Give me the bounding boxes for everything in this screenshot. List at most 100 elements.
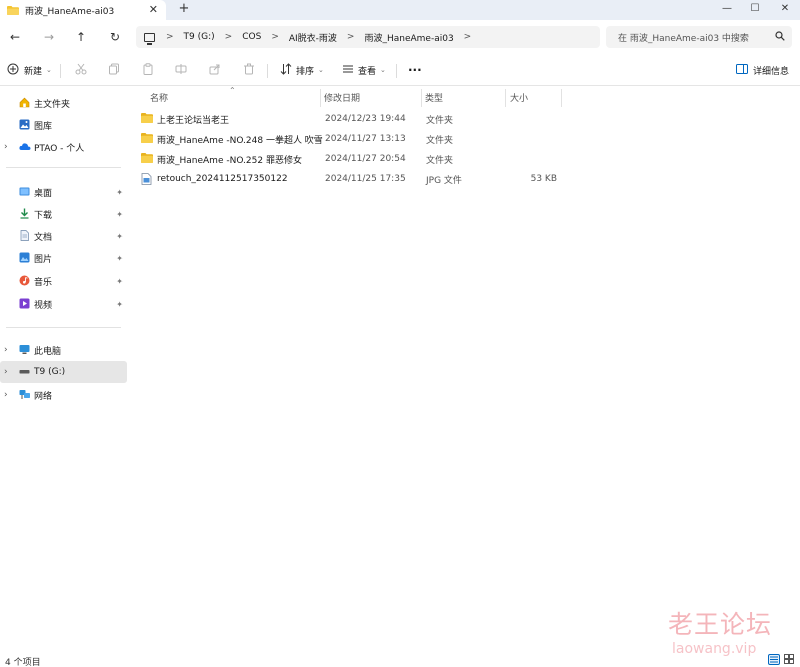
details-pane-button[interactable]: 详细信息: [736, 63, 789, 77]
paste-button[interactable]: [142, 62, 154, 77]
column-label: 类型: [425, 93, 444, 104]
tab-title: 雨波_HaneAme-ai03: [25, 6, 115, 17]
sidebar-item-gallery[interactable]: 图库: [0, 114, 127, 136]
sidebar-item-label: 图库: [34, 121, 53, 132]
breadcrumb-item[interactable]: 雨波_HaneAme-ai03: [364, 31, 453, 44]
pin-icon[interactable]: ✦: [116, 210, 123, 219]
trash-icon: [243, 63, 255, 78]
breadcrumb-separator[interactable]: >: [225, 32, 233, 42]
column-header-name[interactable]: 名称: [150, 87, 168, 107]
column-divider[interactable]: [421, 89, 422, 107]
computer-icon: [19, 344, 30, 355]
copy-button[interactable]: [108, 63, 120, 77]
breadcrumb-separator[interactable]: >: [464, 32, 472, 42]
sidebar-item-videos[interactable]: 视频 ✦: [0, 293, 127, 315]
new-label: 新建: [24, 66, 43, 77]
sidebar-divider: [6, 167, 121, 168]
table-row[interactable]: retouch_2024112517350122 2024/11/25 17:3…: [131, 169, 800, 189]
chevron-right-icon[interactable]: ›: [4, 390, 8, 400]
column-divider[interactable]: [561, 89, 562, 107]
details-view-icon[interactable]: [768, 654, 780, 665]
column-header-modified[interactable]: 修改日期: [324, 87, 360, 107]
sidebar-item-onedrive[interactable]: › PTAO - 个人: [0, 136, 127, 158]
table-row[interactable]: 上老王论坛当老王 2024/12/23 19:44 文件夹: [131, 109, 800, 129]
sidebar-item-drive-t9[interactable]: › T9 (G:): [0, 361, 127, 383]
file-size: [511, 149, 557, 169]
desktop-icon: [19, 186, 30, 197]
sidebar-item-label: 网络: [34, 391, 53, 402]
column-divider[interactable]: [505, 89, 506, 107]
breadcrumb-separator[interactable]: >: [271, 32, 279, 42]
new-tab-button[interactable]: +: [176, 1, 192, 16]
sidebar-item-label: 此电脑: [34, 346, 62, 357]
copy-icon: [108, 63, 120, 78]
active-tab[interactable]: 雨波_HaneAme-ai03 ✕: [0, 0, 166, 20]
sidebar-item-desktop[interactable]: 桌面 ✦: [0, 181, 127, 203]
sidebar-item-label: 视频: [34, 300, 53, 311]
sidebar-item-downloads[interactable]: 下载 ✦: [0, 203, 127, 225]
column-header-size[interactable]: 大小: [510, 87, 528, 107]
sidebar-item-home[interactable]: 主文件夹: [0, 92, 127, 114]
more-options-button[interactable]: ···: [408, 63, 422, 77]
sidebar-item-music[interactable]: 音乐 ✦: [0, 270, 127, 292]
column-divider[interactable]: [320, 89, 321, 107]
up-button[interactable]: ↑: [72, 28, 90, 46]
chevron-right-icon[interactable]: ›: [4, 367, 8, 377]
pin-icon[interactable]: ✦: [116, 277, 123, 286]
chevron-down-icon: ⌄: [380, 66, 386, 74]
cut-button[interactable]: [75, 63, 87, 77]
new-button[interactable]: 新建 ⌄: [7, 63, 52, 77]
drive-icon: [19, 366, 30, 377]
sidebar-item-label: 文档: [34, 232, 53, 243]
rename-button[interactable]: [175, 63, 187, 77]
close-tab-icon[interactable]: ✕: [149, 3, 158, 16]
sort-button[interactable]: 排序 ⌄: [280, 62, 324, 77]
pictures-icon: [19, 252, 30, 263]
forward-button[interactable]: →: [40, 28, 58, 46]
download-icon: [19, 208, 30, 219]
share-button[interactable]: [209, 63, 221, 77]
sidebar-item-pictures[interactable]: 图片 ✦: [0, 247, 127, 269]
refresh-button[interactable]: ↻: [106, 28, 124, 46]
maximize-button[interactable]: ☐: [740, 0, 770, 20]
file-type: JPG 文件: [426, 175, 462, 186]
breadcrumb-separator[interactable]: >: [347, 32, 355, 42]
breadcrumb-separator[interactable]: >: [166, 32, 174, 42]
pin-icon[interactable]: ✦: [116, 254, 123, 263]
tiles-view-icon[interactable]: [784, 654, 796, 665]
monitor-icon[interactable]: [144, 32, 155, 45]
share-icon: [209, 63, 221, 78]
details-label: 详细信息: [753, 66, 790, 77]
search-icon[interactable]: [775, 31, 785, 41]
sidebar-item-this-pc[interactable]: › 此电脑: [0, 339, 127, 361]
pin-icon[interactable]: ✦: [116, 188, 123, 197]
breadcrumb-item[interactable]: COS: [242, 32, 261, 42]
chevron-right-icon[interactable]: ›: [4, 345, 8, 355]
file-explorer-window: 雨波_HaneAme-ai03 ✕ + — ☐ ✕ ← → ↑ ↻ > T9 (…: [0, 0, 800, 667]
address-bar[interactable]: > T9 (G:) > COS > AI脱衣-雨波 > 雨波_HaneAme-a…: [136, 26, 600, 48]
column-header-type[interactable]: 类型: [425, 87, 443, 107]
column-label: 大小: [510, 93, 529, 104]
documents-icon: [19, 230, 30, 241]
breadcrumb-item[interactable]: AI脱衣-雨波: [289, 31, 337, 44]
sidebar-item-network[interactable]: › 网络: [0, 384, 127, 406]
pin-icon[interactable]: ✦: [116, 300, 123, 309]
sidebar-item-documents[interactable]: 文档 ✦: [0, 225, 127, 247]
file-name: retouch_2024112517350122: [157, 174, 288, 184]
gallery-icon: [19, 119, 30, 130]
table-row[interactable]: 雨波_HaneAme -NO.248 一拳超人 吹雪 2024/11/27 13…: [131, 129, 800, 149]
pin-icon[interactable]: ✦: [116, 232, 123, 241]
home-icon: [19, 97, 30, 108]
file-modified: 2024/11/27 20:54: [325, 154, 406, 164]
breadcrumb-item[interactable]: T9 (G:): [184, 32, 215, 42]
view-button[interactable]: 查看 ⌄: [342, 63, 386, 77]
delete-button[interactable]: [243, 63, 255, 77]
chevron-right-icon[interactable]: ›: [4, 142, 8, 152]
minimize-button[interactable]: —: [712, 0, 742, 20]
close-window-button[interactable]: ✕: [770, 0, 800, 20]
table-row[interactable]: 雨波_HaneAme -NO.252 罪恶修女 2024/11/27 20:54…: [131, 149, 800, 169]
search-input[interactable]: 在 雨波_HaneAme-ai03 中搜索: [606, 26, 792, 48]
back-button[interactable]: ←: [6, 28, 24, 46]
file-modified: 2024/12/23 19:44: [325, 114, 406, 124]
file-size: 53 KB: [530, 174, 557, 184]
